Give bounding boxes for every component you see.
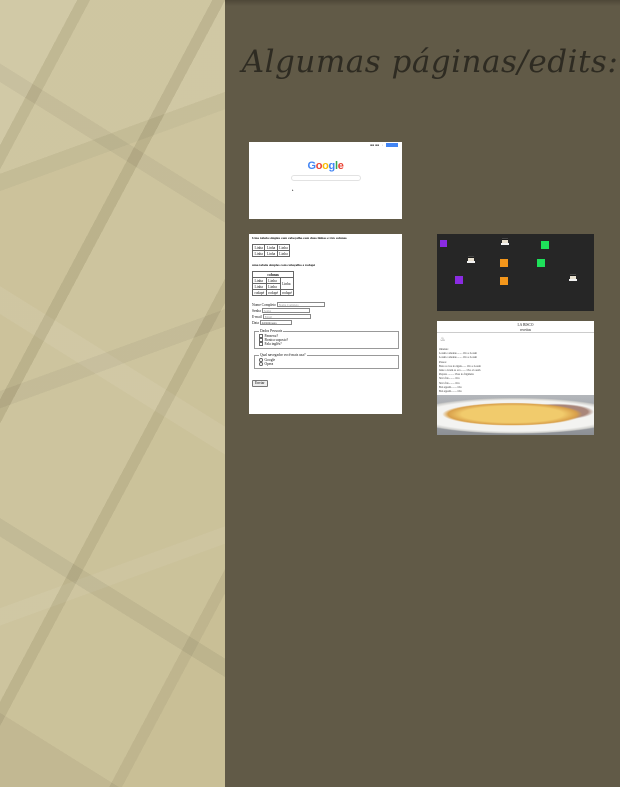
recipe-page-thumbnail[interactable]: LA BISCO receitas ♨ Omelete: Lorem e ome… <box>437 321 594 435</box>
green-square <box>537 259 545 267</box>
table2-title: uma tabela simples com cabeçalho e rodap… <box>252 263 316 267</box>
table-footer-cell: rodapé <box>252 289 267 296</box>
submit-button: Enviar <box>252 379 268 387</box>
sign-in-button <box>386 143 398 147</box>
recipe-header: LA BISCO receitas <box>437 323 594 332</box>
password-input: Senha <box>261 308 310 313</box>
top-shade <box>225 0 620 6</box>
table-footer-cell: rodapé <box>265 289 281 296</box>
browser-fieldset: Qual navegador você mais usa? Google Ope… <box>254 353 399 369</box>
cursor-icon: ▸ <box>292 188 294 192</box>
chef-hat-icon: ♨ <box>440 337 446 343</box>
table-cell: Linha <box>279 277 295 290</box>
logo-letter: G <box>307 160 316 172</box>
html-table-form-thumbnail[interactable]: Uma tabela simples com cabeçalho com dua… <box>249 234 402 414</box>
fieldset-legend: Qual navegador você mais usa? <box>260 353 306 357</box>
password-row: Senha Senha <box>252 308 399 313</box>
omelette-photo <box>437 395 594 435</box>
google-top-bar: ▪▪ ▪▪ ⁝ <box>370 143 398 147</box>
google-homepage-thumbnail[interactable]: ▪▪ ▪▪ ⁝ Google ▸ <box>249 142 402 219</box>
orange-square <box>500 259 508 267</box>
radio-icon <box>259 362 263 366</box>
radio-icon <box>259 358 263 362</box>
divider <box>437 332 594 333</box>
date-row: Data dd/mm/aaaa <box>252 320 399 325</box>
character-sprite-icon <box>569 274 577 281</box>
date-label: Data <box>252 320 259 325</box>
character-sprite-icon <box>467 256 475 263</box>
checkbox-icon <box>259 334 263 338</box>
recipe-line: Bon appetit......... Ovo <box>439 389 462 393</box>
google-search-input <box>291 175 361 181</box>
name-input: Nome Completo <box>276 302 325 307</box>
character-sprite-icon <box>501 238 509 245</box>
personal-data-fieldset: Dados Pessoais Pansexu? Bonica suposto? … <box>254 329 399 349</box>
option-label: Opera <box>264 362 274 366</box>
google-logo: Google <box>249 160 402 172</box>
fieldset-legend: Dados Pessoais <box>260 329 283 333</box>
radio-option: Opera <box>259 362 394 366</box>
table-footer-cell: rodapé <box>279 289 295 296</box>
table-with-footer: colunas Linha Linha Linha Linha Linha ro… <box>251 271 295 296</box>
checkbox-icon <box>259 342 263 346</box>
apps-icon: ⁝ <box>382 143 383 147</box>
password-label: Senha <box>252 308 261 313</box>
logo-letter: e <box>337 160 344 172</box>
orange-square <box>500 277 508 285</box>
game-thumbnail[interactable] <box>437 234 594 311</box>
recipe-line: Lorem e omelete......... Ovo e Lorem <box>439 356 477 360</box>
name-row: Nome Completo Nome Completo <box>252 302 399 307</box>
table-cell: Linha <box>251 250 266 257</box>
recipe-text: Omelete: Lorem e omelete......... Ovo e … <box>439 348 481 394</box>
checkbox-option: Fala inglês? <box>259 342 394 346</box>
green-square <box>541 241 549 249</box>
table1-title: Uma tabela simples com cabeçalho com dua… <box>252 236 347 240</box>
name-label: Nome Completo <box>252 302 276 307</box>
email-label: E-mail <box>252 314 262 319</box>
option-label: Fala inglês? <box>264 342 282 346</box>
email-row: E-mail Email <box>252 314 399 319</box>
checkbox-icon <box>259 338 263 342</box>
purple-square <box>455 276 463 284</box>
table-row: rodapé rodapé rodapé <box>252 289 295 296</box>
email-input: Email <box>262 314 311 319</box>
gmail-link: ▪▪ ▪▪ <box>369 143 380 147</box>
simple-table: Linha Linha Linha Linha Linha Linha <box>251 244 291 257</box>
table-cell: Linha <box>264 250 278 257</box>
table-row: Linha Linha Linha <box>251 250 291 257</box>
purple-square <box>440 240 447 247</box>
page-heading: Algumas páginas/edits: <box>241 44 619 80</box>
table-cell: Linha <box>276 250 291 257</box>
paper-texture-sidebar <box>0 0 225 787</box>
date-input: dd/mm/aaaa <box>259 320 292 325</box>
